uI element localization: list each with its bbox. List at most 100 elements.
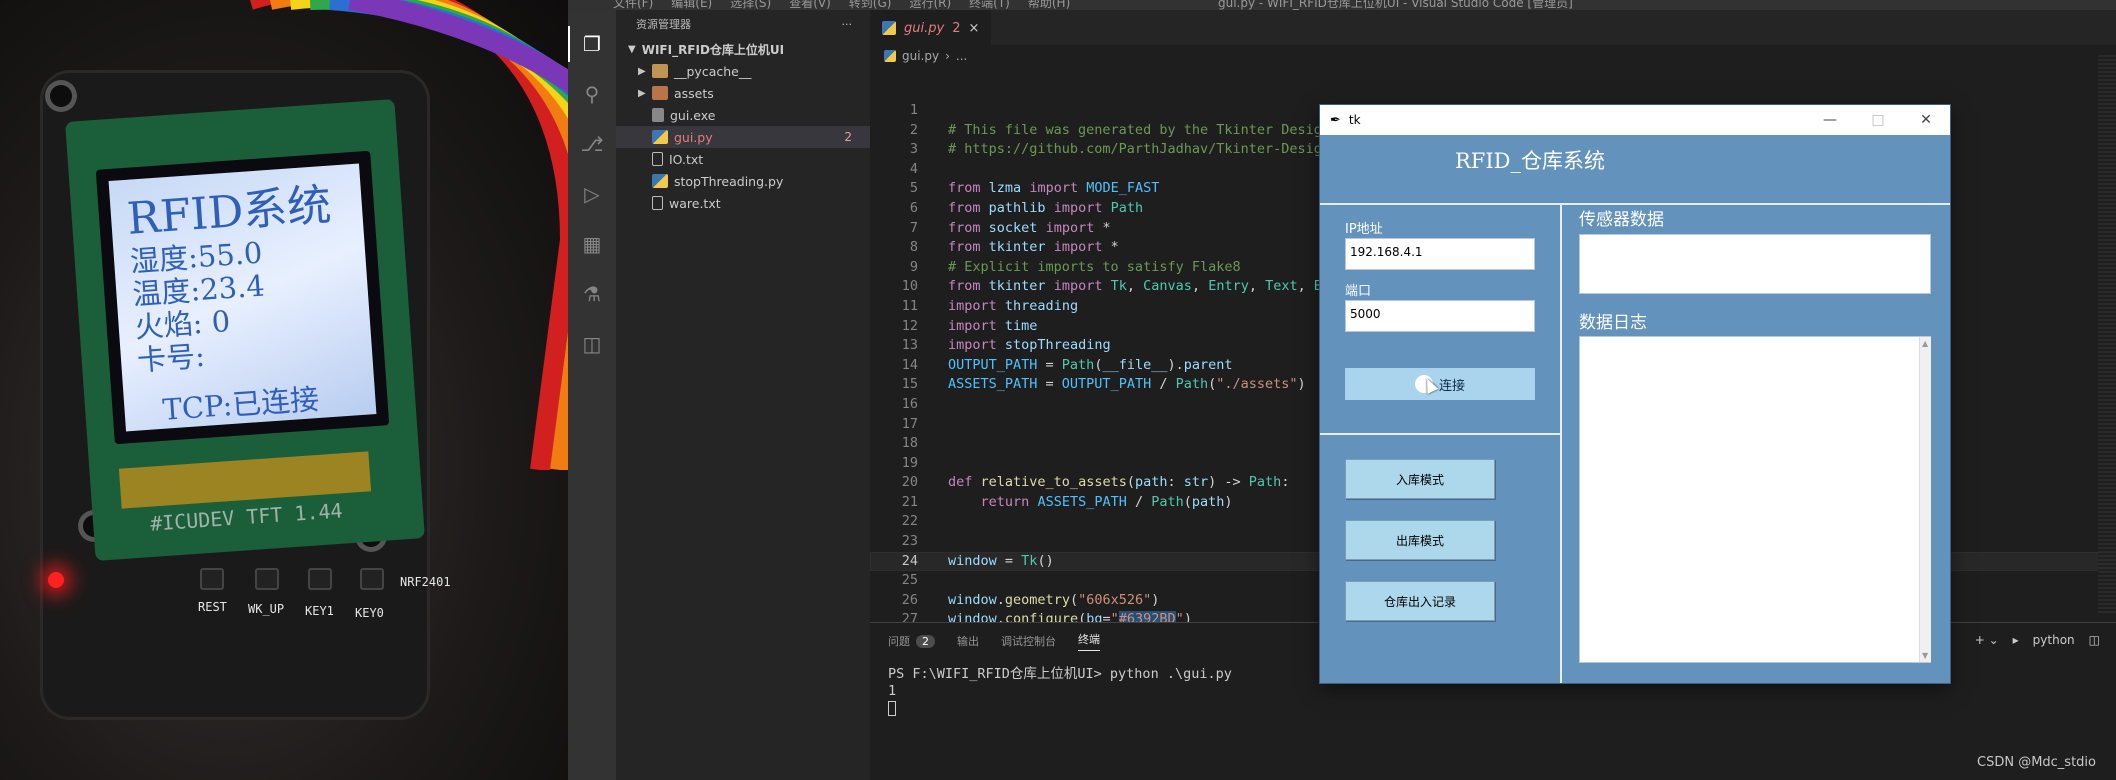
- tab-terminal[interactable]: 终端: [1078, 631, 1100, 651]
- divider: [1560, 203, 1562, 683]
- python-file-icon: [652, 174, 668, 188]
- button-label-rest: REST: [198, 600, 227, 614]
- tk-title-bar[interactable]: ✒ tk — □ ✕: [1320, 105, 1950, 135]
- chip-label: NRF2401: [400, 575, 451, 589]
- problem-count-badge: 2: [844, 130, 852, 144]
- inbound-mode-button[interactable]: 入库模式: [1345, 459, 1495, 499]
- testing-icon[interactable]: ⚗: [580, 282, 604, 306]
- text-file-icon: [652, 152, 663, 166]
- window-controls: — □ ✕: [1806, 105, 1950, 135]
- tree-item-ware-txt[interactable]: ware.txt: [616, 192, 870, 214]
- chevron-right-icon: ›: [945, 49, 950, 63]
- tk-window: ✒ tk — □ ✕ RFID_仓库系统 IP地址 192.168.4.1 端口…: [1320, 105, 1950, 683]
- window-title: gui.py - WIFI_RFID仓库上位机UI - Visual Studi…: [1218, 0, 1573, 10]
- ip-input[interactable]: 192.168.4.1: [1345, 238, 1535, 270]
- menu-go[interactable]: 转到(G): [849, 0, 892, 10]
- tree-item-stopthreading-py[interactable]: stopThreading.py: [616, 170, 870, 192]
- menu-run[interactable]: 运行(R): [909, 0, 951, 10]
- red-led: [48, 572, 64, 588]
- tree-item-label: stopThreading.py: [674, 173, 784, 189]
- tree-item-label: gui.exe: [670, 107, 716, 123]
- tab-label: gui.py: [904, 20, 945, 36]
- tree-item-io-txt[interactable]: IO.txt: [616, 148, 870, 170]
- minimize-icon[interactable]: —: [1806, 105, 1854, 135]
- tree-item-label: IO.txt: [669, 151, 704, 167]
- explorer-icon[interactable]: ❐: [568, 26, 604, 62]
- feather-icon: ✒: [1330, 112, 1341, 128]
- mount-hole: [45, 80, 77, 112]
- workspace-folder[interactable]: ▼ WIFI_RFID仓库上位机UI: [616, 38, 870, 60]
- board-button: [200, 568, 224, 590]
- terminal-name[interactable]: python: [2033, 633, 2075, 647]
- lcd-tcp-status: TCP:已连接: [161, 381, 321, 427]
- board-button: [308, 568, 332, 590]
- data-log-box[interactable]: ▲ ▼: [1579, 336, 1931, 663]
- port-label: 端口: [1345, 284, 1372, 299]
- sensor-data-box[interactable]: [1579, 234, 1931, 294]
- remote-icon[interactable]: ◫: [580, 332, 604, 356]
- menu-terminal[interactable]: 终端(T): [969, 0, 1010, 10]
- tree-item-gui-py[interactable]: gui.py 2: [616, 126, 870, 148]
- port-input[interactable]: 5000: [1345, 300, 1535, 332]
- menu-selection[interactable]: 选择(S): [730, 0, 771, 10]
- sensor-data-label: 传感器数据: [1579, 210, 1664, 230]
- python-file-icon: [652, 130, 668, 144]
- divider: [1320, 433, 1562, 435]
- split-icon[interactable]: ◫: [2089, 633, 2100, 647]
- screen: RFID系统 湿度:55.0 温度:23.4 火焰: 0 卡号: TCP:已连接…: [0, 0, 2116, 780]
- scroll-down-icon[interactable]: ▼: [1922, 651, 1928, 660]
- connect-button[interactable]: 连接: [1345, 368, 1535, 400]
- tab-problems[interactable]: 问题 2: [888, 633, 935, 649]
- explorer-header: 资源管理器 ···: [616, 10, 870, 38]
- terminal-line: 1: [888, 683, 897, 699]
- tree-item-label: assets: [674, 85, 714, 101]
- folder-icon: [652, 64, 668, 78]
- search-icon[interactable]: ⚲: [580, 82, 604, 106]
- tk-canvas: RFID_仓库系统 IP地址 192.168.4.1 端口 5000 连接 入库…: [1320, 135, 1950, 683]
- chevron-right-icon: ▶: [638, 87, 646, 99]
- button-label-key1: KEY1: [305, 604, 334, 618]
- panel-actions: + ⌄ ▸ python ◫: [1975, 633, 2100, 647]
- explorer-sidebar: 资源管理器 ··· ▼ WIFI_RFID仓库上位机UI ▶ __pycache…: [616, 10, 870, 780]
- tree-item-assets[interactable]: ▶ assets: [616, 82, 870, 104]
- tree-item-gui-exe[interactable]: gui.exe: [616, 104, 870, 126]
- breadcrumb-file[interactable]: gui.py: [902, 49, 939, 63]
- outbound-mode-button[interactable]: 出库模式: [1345, 520, 1495, 560]
- scroll-up-icon[interactable]: ▲: [1922, 339, 1928, 348]
- extensions-icon[interactable]: ▦: [580, 232, 604, 256]
- terminal-icon: ▸: [2012, 633, 2019, 647]
- chevron-down-icon: ▼: [628, 43, 636, 55]
- maximize-icon[interactable]: □: [1854, 105, 1902, 135]
- ip-label: IP地址: [1345, 222, 1383, 237]
- tab-output[interactable]: 输出: [957, 633, 979, 649]
- breadcrumb: gui.py › ...: [870, 45, 2116, 67]
- tree-item-pycache[interactable]: ▶ __pycache__: [616, 60, 870, 82]
- run-debug-icon[interactable]: ▷: [580, 182, 604, 206]
- menu-edit[interactable]: 编辑(E): [671, 0, 712, 10]
- records-button[interactable]: 仓库出入记录: [1345, 581, 1495, 621]
- lcd-display: RFID系统 湿度:55.0 温度:23.4 火焰: 0 卡号: TCP:已连接: [95, 150, 390, 445]
- text-file-icon: [652, 196, 663, 210]
- editor-tabs: gui.py 2 ×: [870, 10, 2116, 45]
- tree-item-label: gui.py: [674, 129, 713, 145]
- breadcrumb-symbol[interactable]: ...: [956, 49, 967, 63]
- close-icon[interactable]: ✕: [1902, 105, 1950, 135]
- source-control-icon[interactable]: ⎇: [580, 132, 604, 156]
- menu-help[interactable]: 帮助(H): [1028, 0, 1070, 10]
- menu-file[interactable]: 文件(F): [613, 0, 653, 10]
- close-icon[interactable]: ×: [968, 21, 979, 36]
- minimap[interactable]: [2098, 55, 2116, 615]
- add-terminal-icon[interactable]: + ⌄: [1975, 633, 1999, 647]
- tab-debug-console[interactable]: 调试控制台: [1001, 633, 1056, 649]
- device-photo: RFID系统 湿度:55.0 温度:23.4 火焰: 0 卡号: TCP:已连接…: [0, 0, 568, 780]
- menu-view[interactable]: 查看(V): [789, 0, 831, 10]
- tab-gui-py[interactable]: gui.py 2 ×: [870, 10, 992, 45]
- log-scrollbar[interactable]: ▲ ▼: [1919, 337, 1931, 662]
- chevron-right-icon: ▶: [638, 65, 646, 77]
- tab-problem-badge: 2: [952, 20, 961, 36]
- data-log-label: 数据日志: [1579, 313, 1647, 333]
- connect-label: 连接: [1438, 378, 1465, 394]
- more-actions-icon[interactable]: ···: [842, 18, 853, 31]
- lcd-screen: RFID系统 湿度:55.0 温度:23.4 火焰: 0 卡号: TCP:已连接: [108, 163, 377, 432]
- button-label-key0: KEY0: [355, 606, 384, 620]
